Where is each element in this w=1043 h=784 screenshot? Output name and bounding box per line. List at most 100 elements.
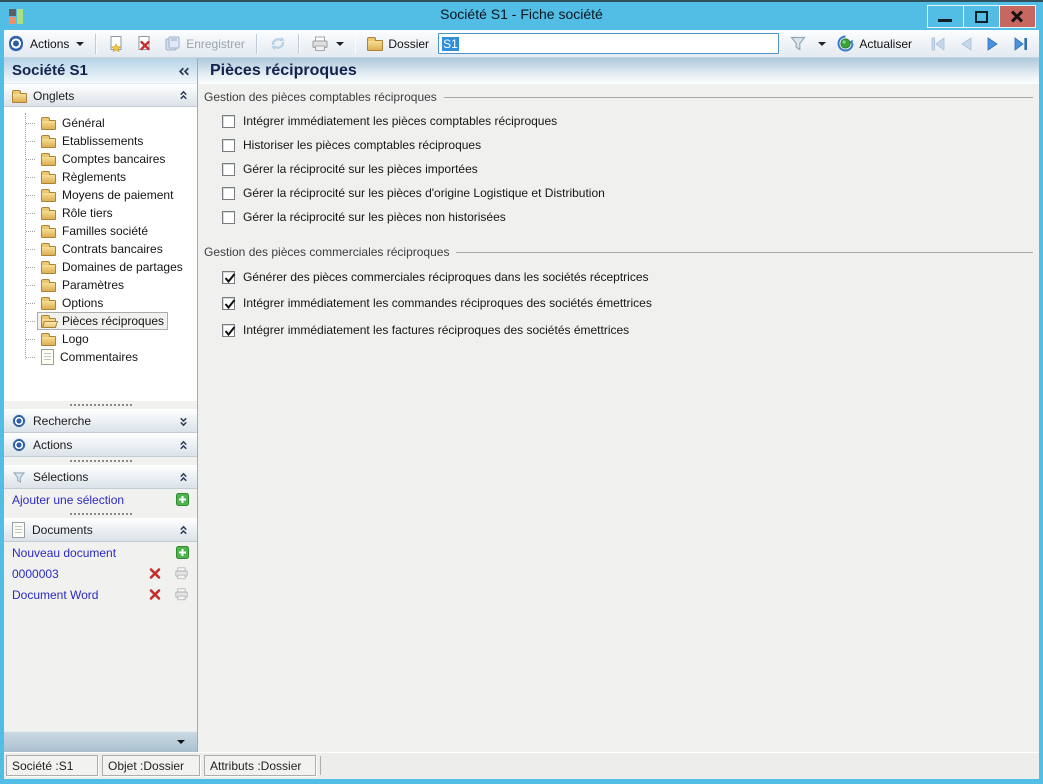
new-record-button[interactable] (104, 33, 129, 54)
splitter-handle[interactable] (4, 457, 197, 465)
add-plus-icon[interactable] (176, 493, 189, 506)
tree-item-pieces-reciproques[interactable]: Pièces réciproques (4, 312, 197, 330)
dossier-input[interactable]: S1 (438, 33, 780, 54)
tree-item-etablissements[interactable]: Etablissements (4, 132, 197, 150)
actualiser-button[interactable]: Actualiser (833, 33, 916, 54)
checkbox-row: Historiser les pièces comptables récipro… (222, 138, 1039, 152)
record-target-icon[interactable] (9, 35, 24, 52)
nav-first-icon (931, 36, 945, 51)
collapse-up-icon[interactable] (178, 472, 189, 483)
tree-item-options[interactable]: Options (4, 294, 197, 312)
splitter-handle[interactable] (4, 401, 197, 409)
delete-x-icon[interactable] (148, 588, 162, 601)
refresh-button[interactable] (265, 33, 291, 54)
document-link[interactable]: 0000003 (12, 567, 144, 581)
tree-item-reglements[interactable]: Règlements (4, 168, 197, 186)
tree-item-comptes-bancaires[interactable]: Comptes bancaires (4, 150, 197, 168)
checkbox-label: Gérer la réciprocité sur les pièces non … (243, 210, 506, 224)
filter-funnel-icon (12, 471, 26, 483)
documents-panel-header[interactable]: Documents (4, 518, 197, 542)
dossier-button[interactable]: Dossier (363, 34, 433, 53)
add-selection-link[interactable]: Ajouter une sélection (12, 493, 172, 507)
tree-item-familles-societe[interactable]: Familles société (4, 222, 197, 240)
collapse-up-icon[interactable] (178, 525, 189, 536)
tree-item-label: Général (62, 116, 105, 130)
tree-item-general[interactable]: Général (4, 114, 197, 132)
status-empty (320, 756, 1037, 775)
chevron-down-icon[interactable] (177, 740, 185, 744)
nav-last-button[interactable] (1008, 35, 1034, 53)
tree-item-logo[interactable]: Logo (4, 330, 197, 348)
checkbox[interactable] (222, 114, 235, 128)
sidebar-title: Société S1 (12, 62, 88, 79)
delete-record-button[interactable] (132, 33, 157, 54)
checkbox[interactable] (222, 323, 236, 337)
expand-down-icon[interactable] (178, 416, 189, 427)
group-label: Gestion des pièces commerciales réciproq… (204, 245, 450, 259)
tree-item-domaines-de-partages[interactable]: Domaines de partages (4, 258, 197, 276)
onglets-tree: Général Etablissements Comptes bancaires… (4, 107, 197, 401)
close-button[interactable] (999, 6, 1035, 27)
checkbox[interactable] (222, 138, 235, 152)
filter-button[interactable] (785, 33, 811, 54)
minimize-icon (938, 19, 952, 22)
app-window: Société S1 - Fiche société Actions Enreg… (0, 0, 1043, 784)
folder-icon (41, 242, 56, 256)
tree-item-label: Etablissements (62, 134, 144, 148)
dossier-input-value: S1 (442, 36, 459, 51)
toolbar-separator (255, 33, 258, 54)
sidebar-collapse-icon[interactable] (178, 65, 189, 76)
actions-menu-label: Actions (30, 36, 70, 51)
splitter-handle[interactable] (4, 510, 197, 518)
tree-item-role-tiers[interactable]: Rôle tiers (4, 204, 197, 222)
checkbox-row: Gérer la réciprocité sur les pièces d'or… (222, 186, 1039, 200)
document-link[interactable]: Document Word (12, 588, 144, 602)
add-plus-icon[interactable] (176, 546, 189, 559)
folder-icon (41, 332, 56, 346)
target-icon (12, 438, 26, 452)
status-bar: Société :S1 Objet :Dossier Attributs :Do… (4, 752, 1039, 779)
print-document-icon[interactable] (174, 588, 189, 601)
window-title: Société S1 - Fiche société (440, 6, 603, 22)
nav-first-button[interactable] (925, 35, 951, 53)
new-document-link[interactable]: Nouveau document (12, 546, 172, 560)
selections-panel-header[interactable]: Sélections (4, 465, 197, 489)
tree-item-contrats-bancaires[interactable]: Contrats bancaires (4, 240, 197, 258)
tree-item-parametres[interactable]: Paramètres (4, 276, 197, 294)
minimize-button[interactable] (928, 6, 963, 27)
checkbox[interactable] (222, 296, 236, 310)
tree-item-label: Options (62, 296, 104, 310)
open-folder-icon (41, 314, 56, 328)
print-dropdown-icon[interactable] (335, 41, 344, 46)
maximize-icon (975, 11, 988, 23)
checkbox[interactable] (222, 162, 235, 176)
collapse-up-icon[interactable] (178, 90, 189, 101)
maximize-button[interactable] (963, 6, 999, 27)
tree-item-commentaires[interactable]: Commentaires (4, 348, 197, 366)
actions-panel-header[interactable]: Actions (4, 433, 197, 457)
folder-icon (41, 224, 56, 238)
tree-item-label: Comptes bancaires (62, 152, 166, 166)
filter-dropdown-icon[interactable] (818, 41, 827, 46)
tree-item-moyens-de-paiement[interactable]: Moyens de paiement (4, 186, 197, 204)
delete-x-icon[interactable] (148, 567, 162, 580)
nav-previous-icon (961, 36, 972, 51)
print-button[interactable] (307, 34, 348, 54)
print-document-icon[interactable] (174, 567, 189, 580)
nav-previous-button[interactable] (954, 35, 978, 53)
checkbox[interactable] (222, 210, 235, 224)
checkbox[interactable] (222, 186, 235, 200)
sidebar-bottom-bar (4, 731, 197, 752)
actions-menu-button[interactable]: Actions (26, 35, 88, 53)
toolbar-separator (297, 33, 300, 54)
collapse-up-icon[interactable] (178, 440, 189, 451)
checkbox[interactable] (222, 270, 236, 284)
recherche-panel-header[interactable]: Recherche (4, 409, 197, 433)
checkbox-label: Intégrer immédiatement les commandes réc… (243, 296, 652, 310)
checkbox-label: Intégrer immédiatement les factures réci… (243, 323, 630, 337)
document-icon (12, 522, 25, 538)
chevron-down-icon (76, 41, 85, 46)
save-button[interactable]: Enregistrer (160, 33, 249, 54)
onglets-section-header[interactable]: Onglets (4, 84, 197, 107)
nav-next-button[interactable] (981, 35, 1005, 53)
